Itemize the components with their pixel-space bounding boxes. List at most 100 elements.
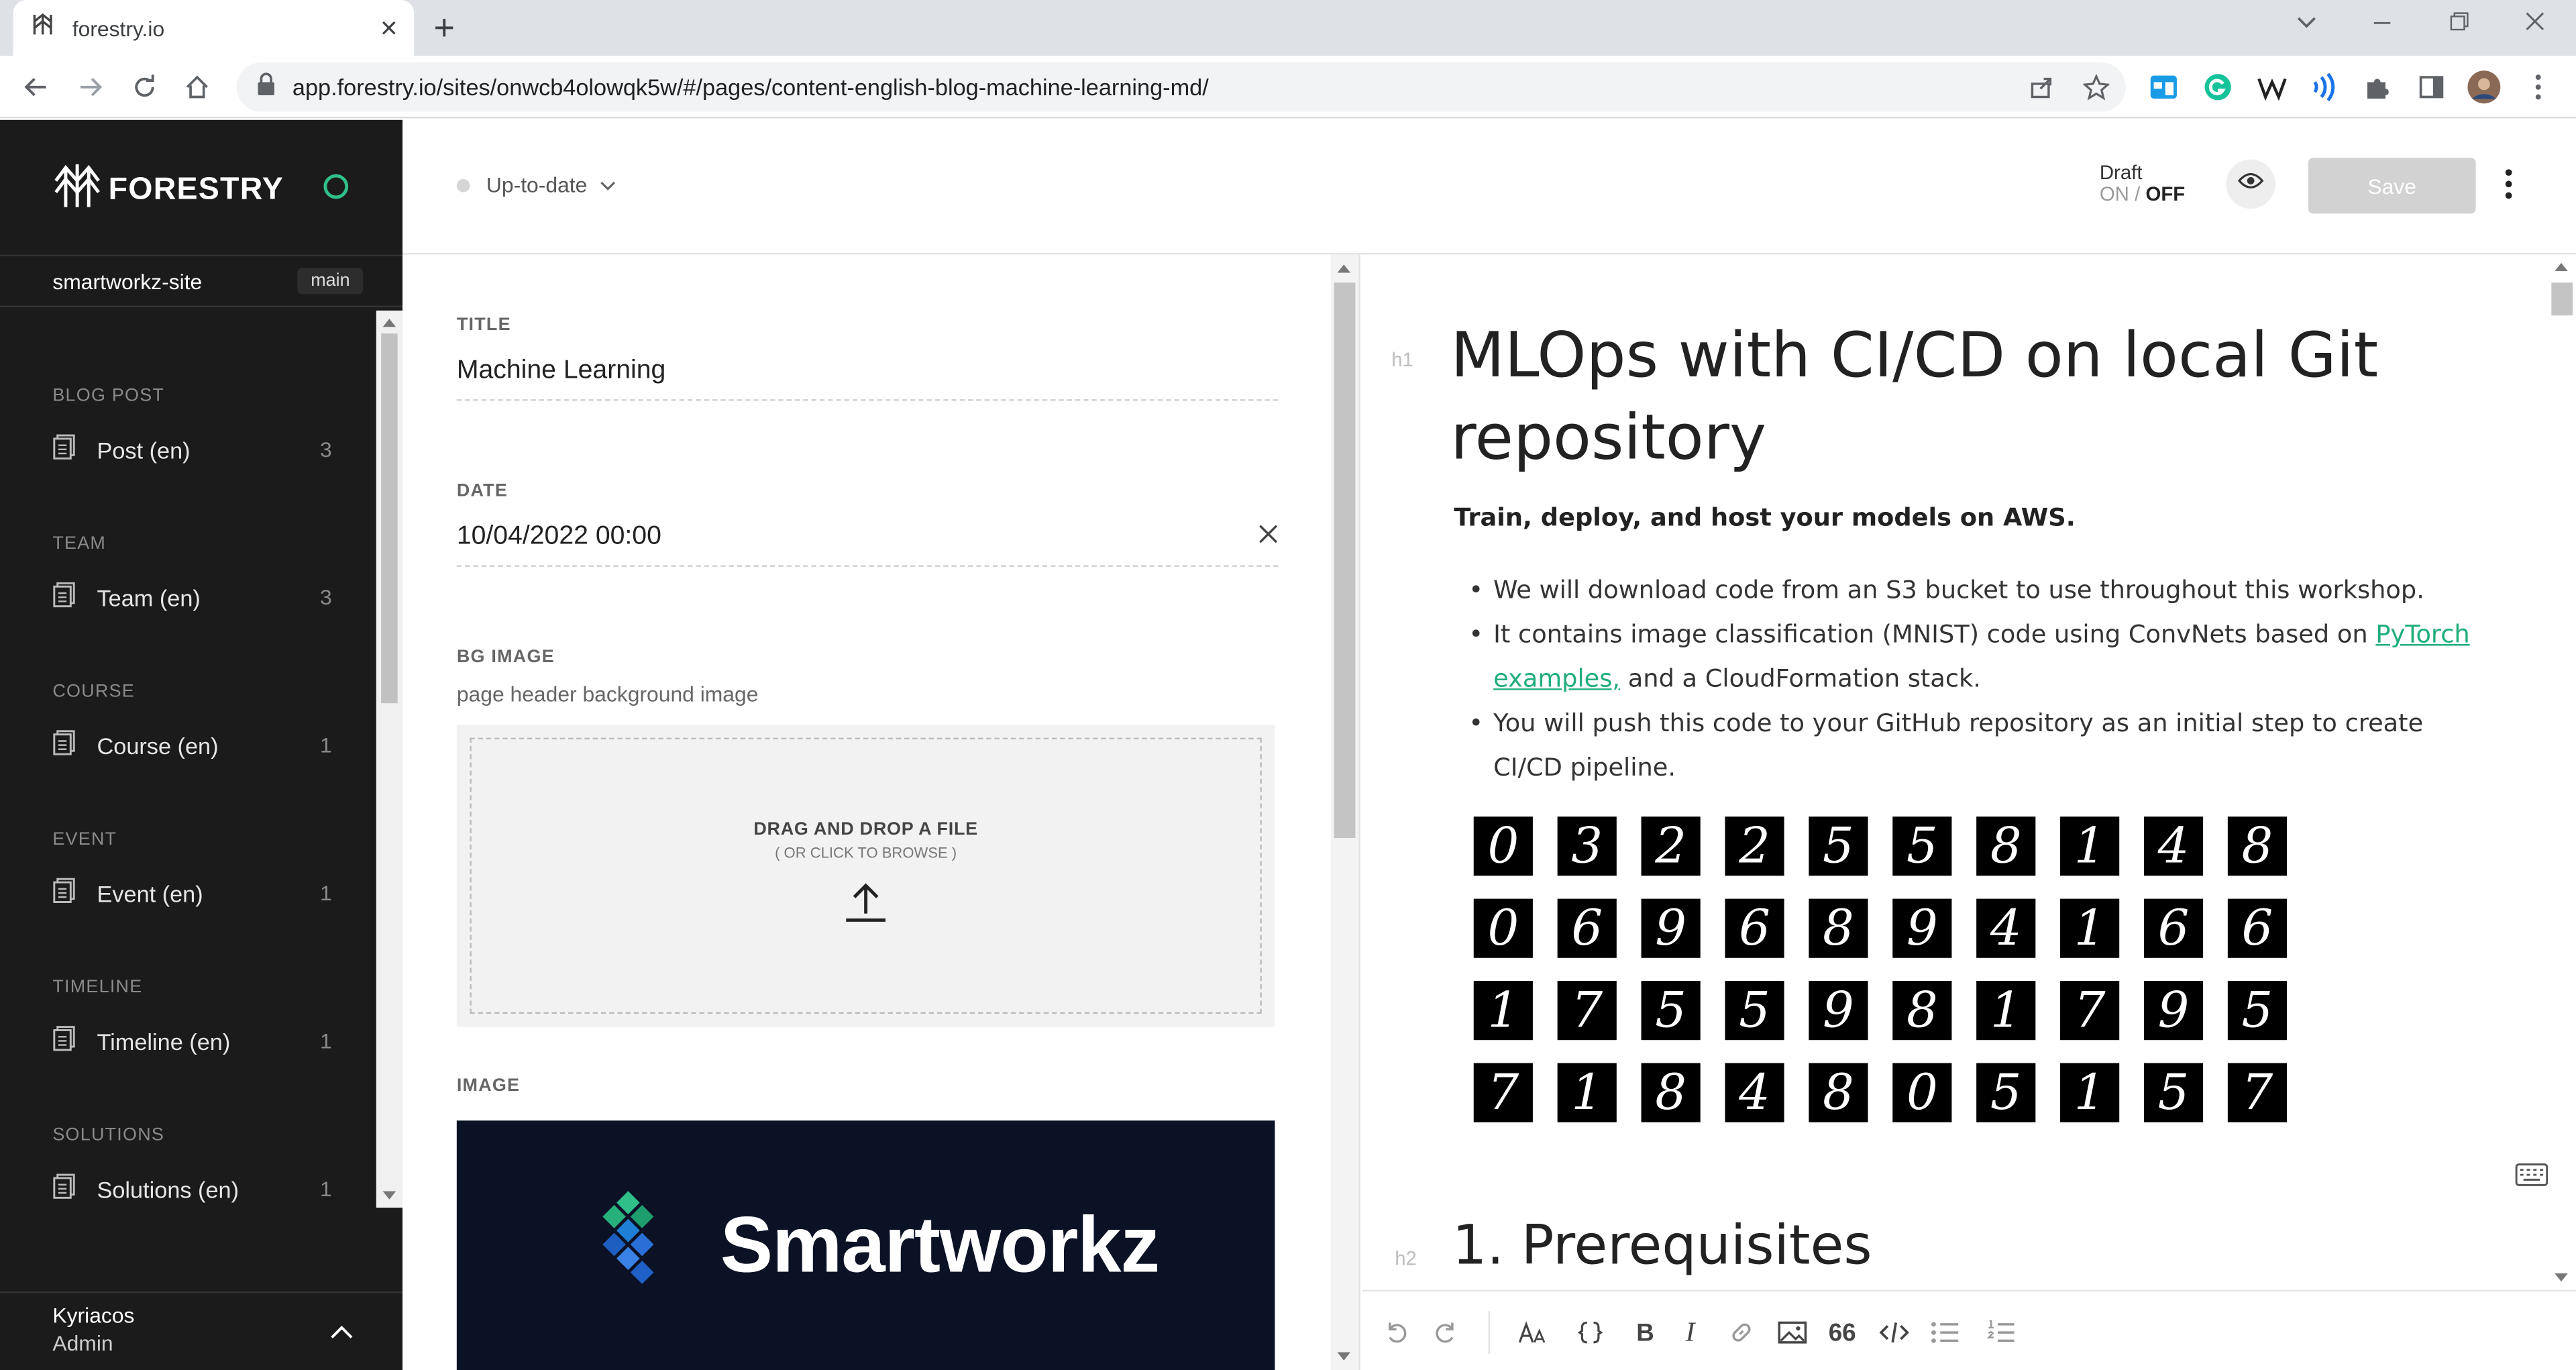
list-item-text: It contains image classification (MNIST)… — [1493, 619, 2376, 649]
mnist-digit: 8 — [2227, 816, 2288, 876]
save-button[interactable]: Save — [2308, 158, 2476, 214]
user-menu[interactable]: Kyriacos Admin — [0, 1291, 403, 1370]
site-status-indicator[interactable] — [323, 174, 349, 199]
browser-menu-icon[interactable] — [2522, 70, 2555, 103]
keyboard-icon[interactable] — [2515, 1163, 2548, 1195]
mnist-digit: 5 — [1641, 981, 1701, 1041]
mnist-digit: 3 — [1557, 816, 1617, 876]
bg-image-dropzone[interactable]: DRAG AND DROP A FILE ( OR CLICK TO BROWS… — [456, 725, 1275, 1027]
quote-icon[interactable]: 66 — [1829, 1318, 1856, 1347]
image-preview[interactable]: Smartworkz — [456, 1120, 1275, 1370]
sidebar-item-post[interactable]: Post (en) 3 — [52, 434, 332, 466]
grammarly-icon[interactable] — [2202, 70, 2235, 103]
side-panel-icon[interactable] — [2415, 70, 2448, 103]
minimize-icon[interactable] — [2371, 10, 2394, 38]
mnist-digit: 4 — [2143, 816, 2204, 876]
heading-2[interactable]: 1. Prerequisites — [1452, 1212, 1872, 1277]
bold-icon[interactable]: B — [1636, 1318, 1654, 1347]
address-bar[interactable]: app.forestry.io/sites/onwcb4olowqk5w/#/p… — [236, 62, 2127, 112]
section-label: COURSE — [52, 682, 135, 702]
mnist-image[interactable]: 0322558148069689416617559817957184805157 — [1473, 816, 2289, 1125]
title-input[interactable]: Machine Learning — [456, 356, 1279, 401]
list-item[interactable]: We will download code from an S3 bucket … — [1468, 568, 2496, 613]
mnist-digit: 9 — [1892, 898, 1952, 958]
numbered-list-icon[interactable] — [1986, 1318, 2016, 1347]
image-icon[interactable] — [1778, 1318, 1807, 1347]
draft-off[interactable]: OFF — [2145, 182, 2185, 205]
mnist-digit: 8 — [1976, 816, 2036, 876]
more-options-icon[interactable] — [2505, 169, 2512, 207]
sidebar-item-timeline[interactable]: Timeline (en) 1 — [52, 1025, 332, 1057]
draft-separator: / — [2135, 182, 2141, 206]
tab-close-icon[interactable]: × — [380, 13, 398, 43]
form-scroll-thumb[interactable] — [1334, 282, 1356, 838]
code-block-icon[interactable] — [1879, 1318, 1909, 1347]
sidebar-scrollbar[interactable] — [376, 310, 403, 1208]
mnist-digit: 0 — [1473, 898, 1533, 958]
italic-icon[interactable]: I — [1686, 1316, 1695, 1348]
sidebar-item-event[interactable]: Event (en) 1 — [52, 878, 332, 909]
preview-button[interactable] — [2226, 159, 2275, 209]
heading-1[interactable]: MLOps with CI/CD on local Git repository — [1450, 314, 2469, 478]
text-size-icon[interactable] — [1518, 1318, 1548, 1347]
section-label: EVENT — [52, 829, 117, 850]
form-scrollbar[interactable] — [1330, 254, 1359, 1370]
chevron-up-icon[interactable] — [330, 1320, 353, 1349]
mnist-digit: 5 — [1892, 816, 1952, 876]
editor-scroll-thumb[interactable] — [2551, 282, 2573, 316]
sidebar-item-label: Team (en) — [97, 584, 201, 611]
close-window-icon[interactable] — [2524, 10, 2546, 38]
draft-toggle[interactable]: Draft ON / OFF — [2100, 162, 2185, 205]
bullet-list[interactable]: We will download code from an S3 bucket … — [1468, 568, 2496, 790]
browser-tab[interactable]: forestry.io × — [13, 0, 415, 56]
list-item[interactable]: It contains image classification (MNIST)… — [1468, 613, 2496, 701]
back-icon[interactable] — [19, 70, 52, 103]
forward-icon[interactable] — [74, 70, 107, 103]
sync-status-dropdown[interactable]: Up-to-date — [456, 172, 617, 197]
tab-search-icon[interactable] — [2295, 10, 2318, 38]
date-input[interactable]: 10/04/2022 00:00 — [456, 523, 1279, 567]
reload-icon[interactable] — [128, 70, 161, 103]
logo-text: Smartworkz — [720, 1202, 1160, 1289]
undo-icon[interactable] — [1383, 1318, 1409, 1347]
markdown-editor[interactable]: h1 MLOps with CI/CD on local Git reposit… — [1362, 254, 2576, 1370]
share-icon[interactable] — [2026, 70, 2059, 103]
extension-calendar-icon[interactable] — [2147, 70, 2180, 103]
smartworkz-logo-icon — [572, 1189, 704, 1302]
read-aloud-icon[interactable] — [2306, 70, 2339, 103]
sidebar-item-course[interactable]: Course (en) 1 — [52, 729, 332, 761]
clear-date-icon[interactable] — [1258, 523, 1278, 552]
home-icon[interactable] — [180, 70, 213, 103]
bookmark-star-icon[interactable] — [2080, 70, 2112, 103]
list-item[interactable]: You will push this code to your GitHub r… — [1468, 702, 2496, 790]
brand-name: FORESTRY — [108, 171, 284, 207]
code-braces-icon[interactable] — [1577, 1318, 1603, 1347]
redo-icon[interactable] — [1433, 1318, 1459, 1347]
site-switcher[interactable]: smartworkz-site main — [0, 254, 403, 307]
bullet-list-icon[interactable] — [1931, 1318, 1960, 1347]
restore-icon[interactable] — [2448, 10, 2471, 38]
lock-icon[interactable] — [256, 72, 276, 103]
extensions-puzzle-icon[interactable] — [2361, 70, 2394, 103]
forestry-logo[interactable]: FORESTRY — [52, 161, 284, 219]
sidebar-item-solutions[interactable]: Solutions (en) 1 — [52, 1173, 332, 1205]
sidebar-item-label: Event (en) — [97, 880, 203, 906]
link-icon[interactable] — [1728, 1318, 1754, 1347]
section-label: SOLUTIONS — [52, 1125, 165, 1145]
profile-avatar[interactable] — [2467, 70, 2501, 104]
sync-status-label: Up-to-date — [486, 172, 588, 197]
branch-badge[interactable]: main — [297, 268, 364, 295]
dropzone-title: DRAG AND DROP A FILE — [753, 820, 978, 840]
subtitle-paragraph[interactable]: Train, deploy, and host your models on A… — [1454, 503, 2075, 532]
wikipedia-icon[interactable] — [2255, 70, 2288, 103]
new-tab-icon[interactable]: + — [434, 7, 455, 50]
draft-label: Draft — [2099, 161, 2143, 185]
editor-scrollbar[interactable] — [2548, 254, 2576, 1290]
sidebar-item-label: Post (en) — [97, 436, 191, 463]
sidebar-item-team[interactable]: Team (en) 3 — [52, 582, 332, 613]
sidebar-scroll-thumb[interactable] — [381, 333, 398, 704]
section-label: BLOG POST — [52, 386, 165, 406]
mnist-digit: 5 — [2143, 1063, 2204, 1122]
draft-on[interactable]: ON — [2100, 182, 2129, 205]
title-label: TITLE — [456, 315, 511, 335]
